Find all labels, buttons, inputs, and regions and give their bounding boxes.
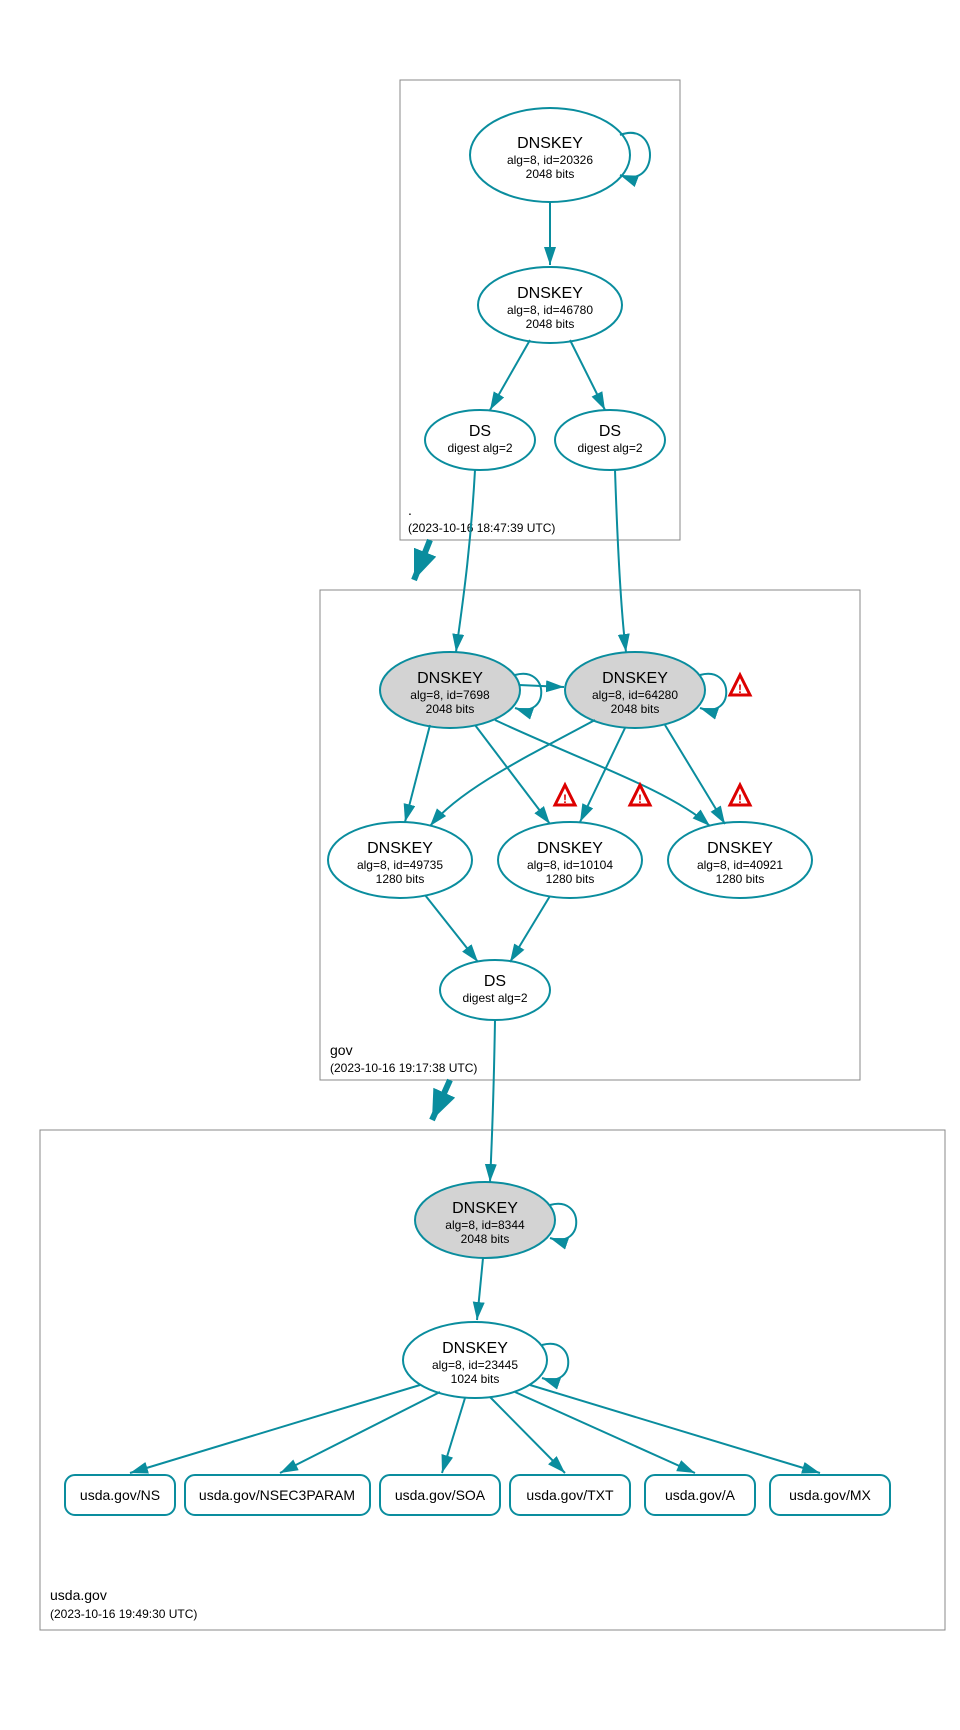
warning-icon: ! xyxy=(730,675,750,696)
edge-ksk1-ksk2 xyxy=(519,685,564,687)
svg-text:!: ! xyxy=(563,792,567,806)
svg-text:DS: DS xyxy=(469,423,491,440)
zone-gov-label: gov xyxy=(330,1042,353,1058)
svg-text:digest alg=2: digest alg=2 xyxy=(462,991,527,1005)
svg-text:2048 bits: 2048 bits xyxy=(526,167,575,181)
edge-zsk-a xyxy=(515,1392,695,1473)
svg-text:DNSKEY: DNSKEY xyxy=(602,670,668,687)
svg-text:alg=8, id=46780: alg=8, id=46780 xyxy=(507,303,593,317)
node-gov-zsk3: DNSKEY alg=8, id=40921 1280 bits xyxy=(668,822,812,898)
node-root-ds2: DS digest alg=2 xyxy=(555,410,665,470)
node-gov-zsk1: DNSKEY alg=8, id=49735 1280 bits xyxy=(328,822,472,898)
svg-text:2048 bits: 2048 bits xyxy=(526,317,575,331)
node-gov-zsk2: DNSKEY alg=8, id=10104 1280 bits xyxy=(498,822,642,898)
svg-text:usda.gov/MX: usda.gov/MX xyxy=(789,1487,871,1503)
svg-text:digest alg=2: digest alg=2 xyxy=(447,441,512,455)
svg-text:2048 bits: 2048 bits xyxy=(461,1232,510,1246)
node-gov-ds: DS digest alg=2 xyxy=(440,960,550,1020)
svg-text:alg=8, id=64280: alg=8, id=64280 xyxy=(592,688,678,702)
edge-zsk-ns xyxy=(130,1385,420,1473)
warning-icon: ! xyxy=(555,785,575,806)
svg-text:DNSKEY: DNSKEY xyxy=(442,1340,508,1357)
svg-text:DS: DS xyxy=(484,973,506,990)
edge-govds-usdaksk xyxy=(490,1020,495,1182)
warning-icon: ! xyxy=(730,785,750,806)
edge-ksk1-zsk1 xyxy=(405,725,430,822)
svg-text:alg=8, id=8344: alg=8, id=8344 xyxy=(445,1218,525,1232)
svg-text:usda.gov/A: usda.gov/A xyxy=(665,1487,736,1503)
zone-root-label: . xyxy=(408,502,412,518)
svg-text:DNSKEY: DNSKEY xyxy=(517,285,583,302)
edge-ksk2-zsk3 xyxy=(665,725,725,824)
edge-zsk2-ds xyxy=(510,896,550,962)
svg-text:1280 bits: 1280 bits xyxy=(376,872,425,886)
svg-text:DNSKEY: DNSKEY xyxy=(517,135,583,152)
svg-text:2048 bits: 2048 bits xyxy=(426,702,475,716)
svg-text:alg=8, id=23445: alg=8, id=23445 xyxy=(432,1358,518,1372)
node-usda-zsk: DNSKEY alg=8, id=23445 1024 bits xyxy=(403,1322,547,1398)
dnssec-chain-diagram: . (2023-10-16 18:47:39 UTC) DNSKEY alg=8… xyxy=(20,20,960,1710)
svg-text:alg=8, id=40921: alg=8, id=40921 xyxy=(697,858,783,872)
rrset-nsec3param: usda.gov/NSEC3PARAM xyxy=(185,1475,370,1515)
rrset-a: usda.gov/A xyxy=(645,1475,755,1515)
svg-text:alg=8, id=20326: alg=8, id=20326 xyxy=(507,153,593,167)
svg-text:!: ! xyxy=(738,682,742,696)
svg-text:usda.gov/SOA: usda.gov/SOA xyxy=(395,1487,486,1503)
svg-text:usda.gov/TXT: usda.gov/TXT xyxy=(526,1487,614,1503)
svg-text:2048 bits: 2048 bits xyxy=(611,702,660,716)
rrset-mx: usda.gov/MX xyxy=(770,1475,890,1515)
svg-text:1024 bits: 1024 bits xyxy=(451,1372,500,1386)
svg-text:DNSKEY: DNSKEY xyxy=(452,1200,518,1217)
edge-zsk-mx xyxy=(530,1385,820,1473)
svg-text:1280 bits: 1280 bits xyxy=(716,872,765,886)
svg-text:DS: DS xyxy=(599,423,621,440)
edge-zsk1-ds xyxy=(425,895,478,962)
zone-usda-label: usda.gov xyxy=(50,1587,107,1603)
delegation-root-gov xyxy=(414,540,430,580)
svg-text:digest alg=2: digest alg=2 xyxy=(577,441,642,455)
node-root-zsk: DNSKEY alg=8, id=46780 2048 bits xyxy=(478,267,622,343)
edge-root-zsk-ds1 xyxy=(490,340,530,410)
rrset-ns: usda.gov/NS xyxy=(65,1475,175,1515)
zone-usda-timestamp: (2023-10-16 19:49:30 UTC) xyxy=(50,1607,197,1621)
rrset-txt: usda.gov/TXT xyxy=(510,1475,630,1515)
node-usda-ksk: DNSKEY alg=8, id=8344 2048 bits xyxy=(415,1182,555,1258)
svg-text:DNSKEY: DNSKEY xyxy=(367,840,433,857)
rrset-soa: usda.gov/SOA xyxy=(380,1475,500,1515)
svg-text:alg=8, id=49735: alg=8, id=49735 xyxy=(357,858,443,872)
edge-ds1-govksk1 xyxy=(456,470,475,652)
svg-text:alg=8, id=7698: alg=8, id=7698 xyxy=(410,688,490,702)
svg-text:usda.gov/NSEC3PARAM: usda.gov/NSEC3PARAM xyxy=(199,1487,355,1503)
svg-text:alg=8, id=10104: alg=8, id=10104 xyxy=(527,858,613,872)
edge-usda-ksk-zsk xyxy=(477,1258,483,1320)
node-root-ds1: DS digest alg=2 xyxy=(425,410,535,470)
node-gov-ksk1: DNSKEY alg=8, id=7698 2048 bits xyxy=(380,652,520,728)
svg-text:DNSKEY: DNSKEY xyxy=(417,670,483,687)
node-gov-ksk2: DNSKEY alg=8, id=64280 2048 bits xyxy=(565,652,705,728)
svg-text:!: ! xyxy=(638,792,642,806)
node-root-ksk: DNSKEY alg=8, id=20326 2048 bits xyxy=(470,108,630,202)
zone-root-timestamp: (2023-10-16 18:47:39 UTC) xyxy=(408,521,555,535)
edge-zsk-soa xyxy=(442,1398,465,1473)
zone-gov-timestamp: (2023-10-16 19:17:38 UTC) xyxy=(330,1061,477,1075)
edge-ds2-govksk2 xyxy=(615,470,626,652)
edge-root-zsk-ds2 xyxy=(570,340,605,410)
svg-text:usda.gov/NS: usda.gov/NS xyxy=(80,1487,160,1503)
delegation-gov-usda xyxy=(432,1080,450,1120)
svg-text:!: ! xyxy=(738,792,742,806)
svg-text:DNSKEY: DNSKEY xyxy=(707,840,773,857)
svg-text:DNSKEY: DNSKEY xyxy=(537,840,603,857)
svg-text:1280 bits: 1280 bits xyxy=(546,872,595,886)
